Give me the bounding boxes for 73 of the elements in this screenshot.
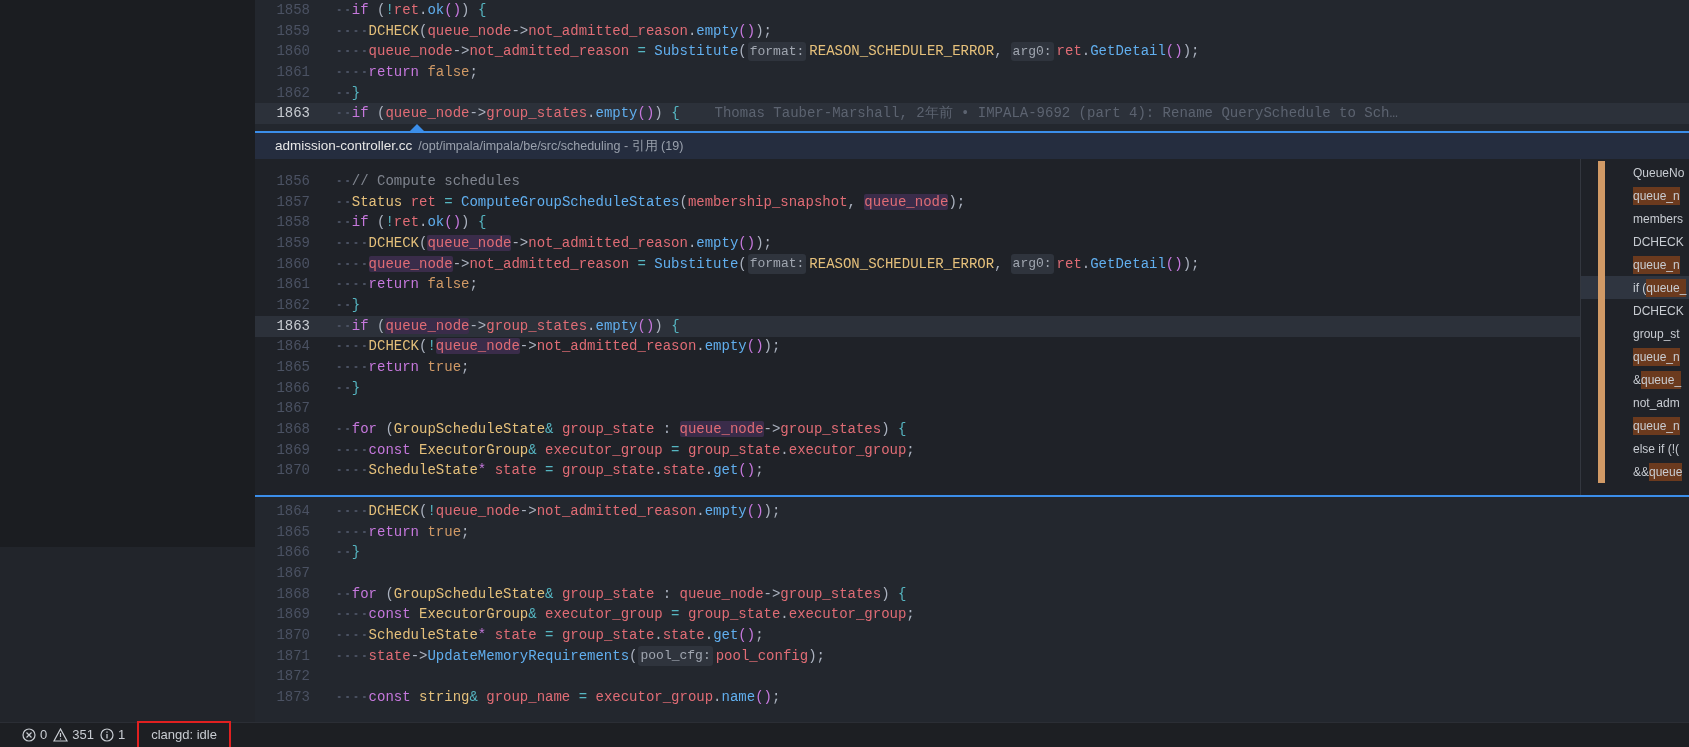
code-text: if (queue_node->group_states.empty()) {: [335, 315, 680, 337]
code-text: ScheduleState* state = group_state.state.get();: [335, 460, 764, 482]
line-number: 1860: [275, 254, 310, 274]
reference-item[interactable]: queue_n: [1581, 345, 1689, 368]
reference-item[interactable]: group_st: [1581, 322, 1689, 345]
code-text: return true;: [335, 357, 470, 379]
reference-item[interactable]: &queue_: [1581, 368, 1689, 391]
code-text: if (!ret.ok()) {: [335, 0, 487, 21]
error-icon[interactable]: [22, 728, 36, 742]
code-text: const ExecutorGroup& executor_group = group_state.executor_group;: [335, 439, 915, 461]
line-number: 1859: [275, 233, 310, 253]
inlay-hint: arg0:: [1010, 41, 1054, 62]
reference-item[interactable]: not_adm: [1581, 391, 1689, 414]
reference-item[interactable]: QueueNo: [1581, 161, 1689, 184]
line-number: 1868: [275, 420, 310, 440]
line-number: 1863: [275, 104, 310, 124]
line-number: 1866: [275, 378, 310, 398]
reference-item[interactable]: members: [1581, 207, 1689, 230]
line-number: 1870: [275, 461, 310, 481]
reference-item[interactable]: queue_n: [1581, 184, 1689, 207]
language-server-status[interactable]: clangd: idle: [139, 723, 229, 747]
code-text: ret.GetDetail());: [1056, 254, 1200, 274]
code-text: ScheduleState* state = group_state.state.get();: [335, 624, 764, 646]
line-number: 1862: [275, 295, 310, 315]
inlay-hint: pool_cfg:: [638, 646, 713, 666]
reference-item[interactable]: queue_n: [1581, 253, 1689, 276]
code-text: REASON_SCHEDULER_ERROR,: [809, 254, 1003, 274]
file-path: /opt/impala/impala/be/src/scheduling - 引用 (19): [418, 137, 684, 155]
line-number: 1865: [275, 358, 310, 378]
code-text: DCHECK(!queue_node->not_admitted_reason.empty());: [335, 500, 781, 522]
line-number: 1858: [275, 213, 310, 233]
reference-item[interactable]: DCHECK: [1581, 230, 1689, 253]
code-text: return true;: [335, 521, 470, 543]
line-number: 1864: [275, 337, 310, 357]
code-text: if (!ret.ok()) {: [335, 212, 487, 234]
line-number: 1869: [275, 440, 310, 460]
inlay-hint: arg0:: [1010, 254, 1054, 274]
status-count[interactable]: 0: [40, 725, 48, 745]
code-text: for (GroupScheduleState& group_state : queue_node->group_states) {: [335, 419, 907, 441]
code-text: for (GroupScheduleState& group_state : queue_node->group_states) {: [335, 583, 907, 605]
code-text: state->UpdateMemoryRequirements(: [335, 645, 638, 667]
code-text: queue_node->not_admitted_reason = Substitute(: [335, 253, 747, 275]
reference-item[interactable]: else if (!(: [1581, 437, 1689, 460]
code-text: queue_node->not_admitted_reason = Substitute(: [335, 41, 747, 63]
line-number: 1857: [275, 192, 310, 212]
reference-item[interactable]: queue_n: [1581, 414, 1689, 437]
info-icon[interactable]: [99, 728, 114, 742]
line-number: 1867: [275, 399, 310, 419]
line-number: 1863: [275, 316, 310, 336]
code-text: REASON_SCHEDULER_ERROR,: [809, 42, 1003, 62]
reference-item[interactable]: if (queue_: [1581, 276, 1689, 299]
code-text: const string& group_name = executor_group.name();: [335, 687, 781, 709]
code-text: // Compute schedules: [335, 170, 520, 192]
file-name: admission-controller.cc: [275, 136, 413, 155]
code-text: DCHECK(queue_node->not_admitted_reason.empty());: [335, 20, 772, 42]
code-text: Status ret = ComputeGroupScheduleStates(membership_snapshot, queue_node);: [335, 191, 966, 213]
code-text: ret.GetDetail());: [1056, 42, 1200, 62]
code-text: DCHECK(queue_node->not_admitted_reason.empty());: [335, 232, 772, 254]
code-text: pool_config);: [715, 646, 825, 666]
reference-item[interactable]: &&queue: [1581, 460, 1689, 483]
inlay-hint: format:: [747, 41, 807, 62]
reference-item[interactable]: DCHECK: [1581, 299, 1689, 322]
line-number: 1856: [275, 171, 310, 191]
line-number: 1861: [275, 275, 310, 295]
inlay-hint: format:: [747, 254, 807, 274]
status-count[interactable]: 351: [72, 725, 94, 745]
code-text: if (queue_node->group_states.empty()) {: [335, 103, 680, 125]
code-text: DCHECK(!queue_node->not_admitted_reason.empty());: [335, 336, 781, 358]
status-count[interactable]: 1: [117, 725, 126, 745]
code-text: return false;: [335, 274, 478, 296]
code-text: return false;: [335, 61, 478, 83]
code-text: const ExecutorGroup& executor_group = group_state.executor_group;: [335, 604, 915, 626]
warning-icon[interactable]: [53, 728, 69, 742]
